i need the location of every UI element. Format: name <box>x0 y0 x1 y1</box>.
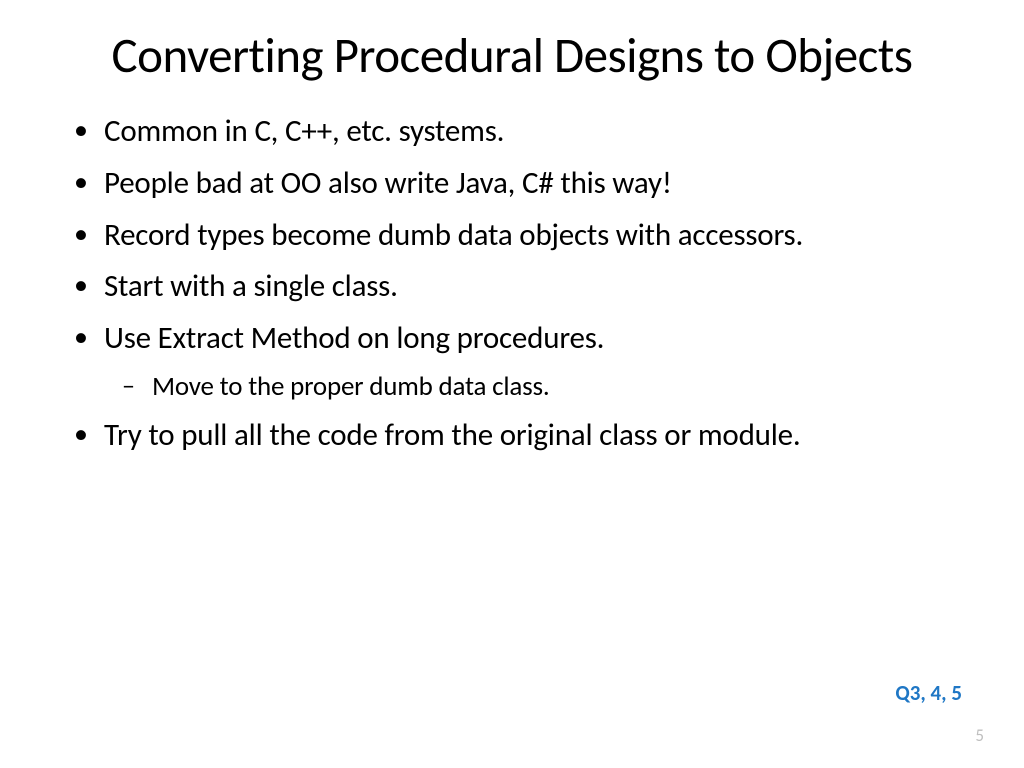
bullet-item: Record types become dumb data objects wi… <box>104 216 964 256</box>
sub-bullet-item: Move to the proper dumb data class. <box>152 369 964 404</box>
sub-bullet-list: Move to the proper dumb data class. <box>104 369 964 404</box>
bullet-item: Use Extract Method on long procedures. M… <box>104 319 964 404</box>
page-number: 5 <box>975 725 984 746</box>
bullet-item-label: Use Extract Method on long procedures. <box>104 319 604 357</box>
bullet-item: People bad at OO also write Java, C# thi… <box>104 164 964 204</box>
bullet-item: Common in C, C++, etc. systems. <box>104 112 964 152</box>
bullet-item: Start with a single class. <box>104 267 964 307</box>
bullet-item: Try to pull all the code from the origin… <box>104 416 964 456</box>
bullet-list: Common in C, C++, etc. systems. People b… <box>60 112 964 455</box>
slide-title: Converting Procedural Designs to Objects <box>60 28 964 84</box>
footer-note: Q3, 4, 5 <box>895 680 962 706</box>
slide-container: Converting Procedural Designs to Objects… <box>0 0 1024 768</box>
